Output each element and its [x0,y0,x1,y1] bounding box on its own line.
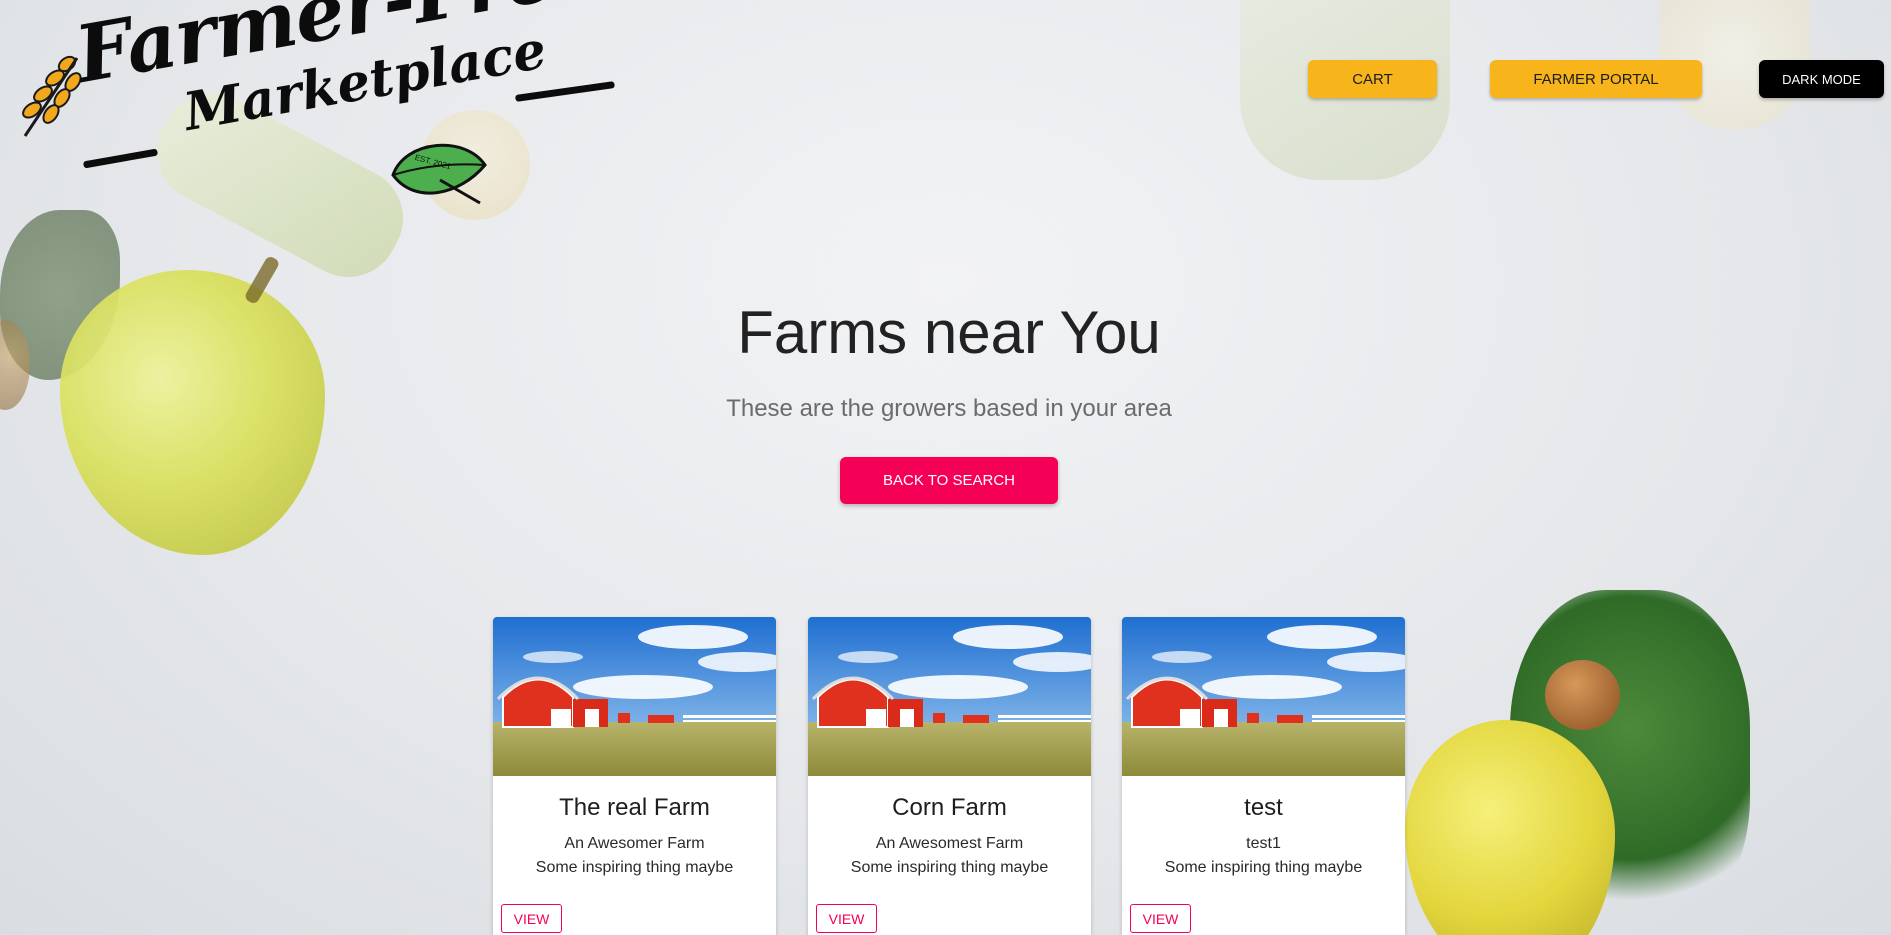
farm-description: test1 [1246,835,1281,852]
page-title: Farms near You [737,299,1161,366]
farm-description: An Awesomer Farm [564,835,705,852]
page-subtitle: These are the growers based in your area [726,395,1172,422]
view-farm-button[interactable]: VIEW [1130,904,1191,933]
view-farm-button[interactable]: VIEW [816,904,877,933]
background-herbs [1510,590,1750,935]
farm-image [808,617,1091,776]
farm-tagline: Some inspiring thing maybe [1164,859,1363,876]
back-to-search-button[interactable]: BACK TO SEARCH [840,457,1058,504]
logo-divider-left [82,148,159,169]
farm-tagline: Some inspiring thing maybe [535,859,734,876]
background-pear-right [1405,720,1615,935]
farm-description: An Awesomest Farm [875,835,1024,852]
farm-card: The real Farm An Awesomer Farm Some insp… [493,617,776,935]
farm-name: Corn Farm [892,794,1007,821]
farm-image [1122,617,1405,776]
logo-divider-right [514,81,616,102]
farmer-portal-button[interactable]: FARMER PORTAL [1490,60,1702,98]
farm-name: The real Farm [559,794,710,821]
farm-name: test [1244,794,1283,821]
leaf-icon: EST. 2021 [391,143,487,205]
background-hazelnut [1545,660,1620,730]
farm-image [493,617,776,776]
farm-tagline: Some inspiring thing maybe [850,859,1049,876]
site-logo[interactable]: Farmer-Fresh Marketplace EST. 2021 [15,0,658,210]
farm-card: test test1 Some inspiring thing maybe VI… [1122,617,1405,935]
farm-card: Corn Farm An Awesomest Farm Some inspiri… [808,617,1091,935]
dark-mode-button[interactable]: DARK MODE [1759,60,1884,98]
cart-button[interactable]: CART [1308,60,1437,98]
view-farm-button[interactable]: VIEW [501,904,562,933]
